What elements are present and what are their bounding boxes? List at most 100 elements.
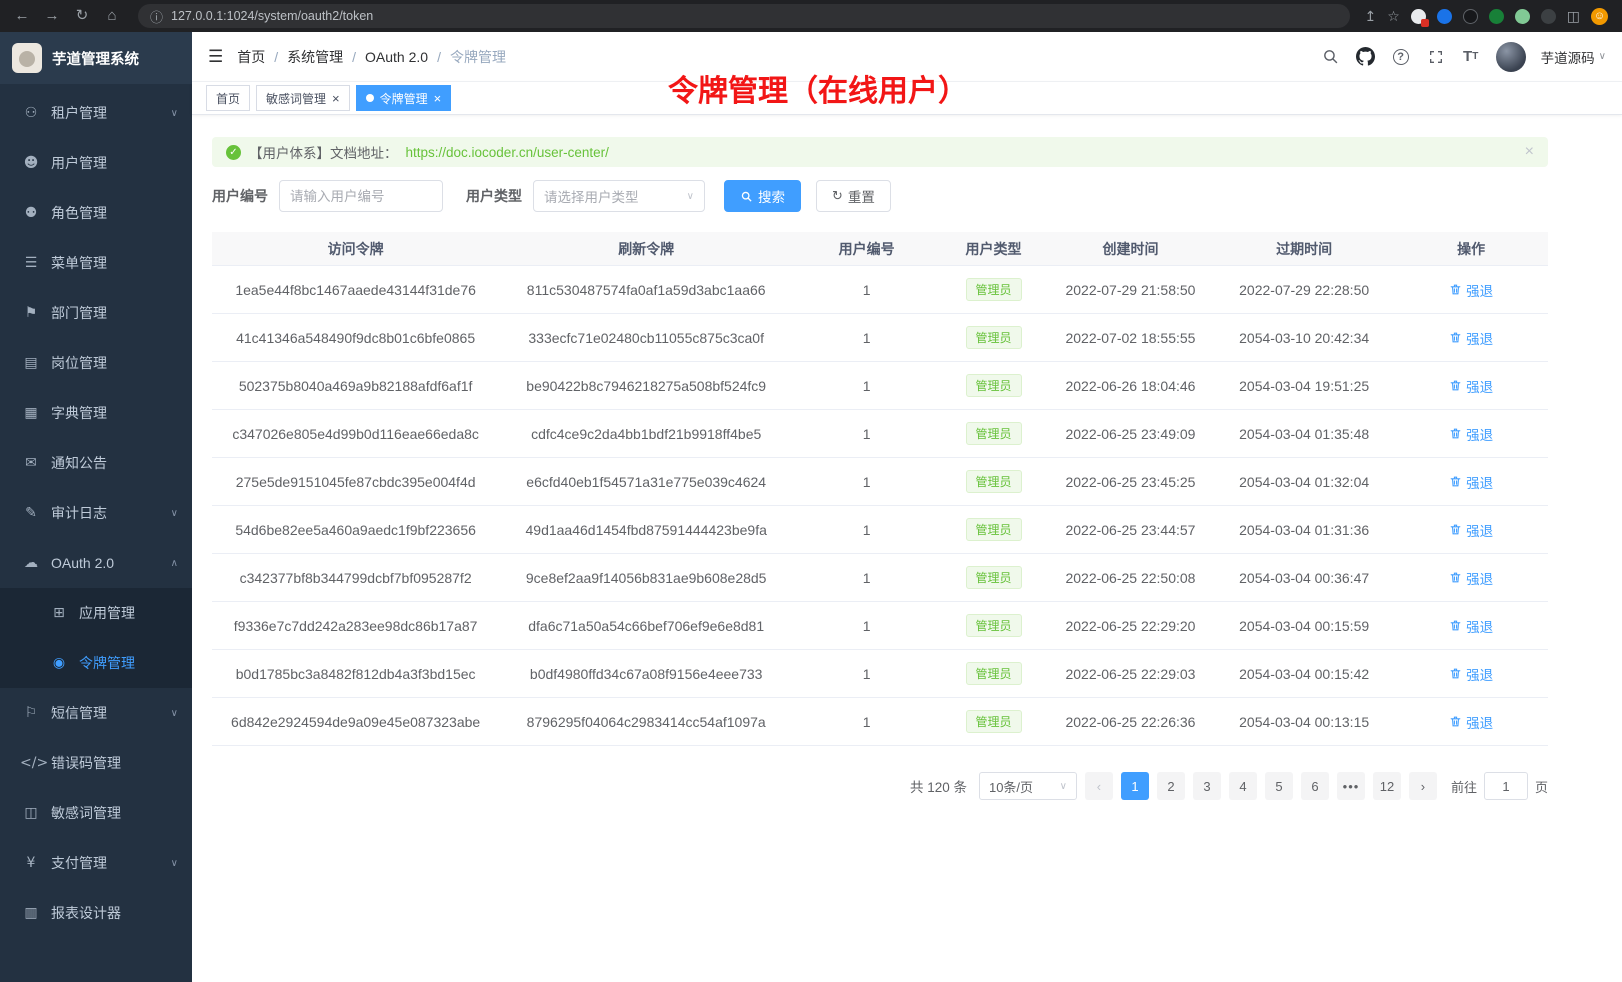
page-size-select[interactable]: 10条/页 ∨ <box>979 772 1077 800</box>
goto-label: 前往 <box>1451 777 1477 796</box>
browser-chrome: ← → ↻ ⌂ ⓘ 127.0.0.1:1024/system/oauth2/t… <box>0 0 1622 32</box>
user-menu[interactable]: 芋道源码 ∨ <box>1541 47 1606 67</box>
prev-page-button[interactable]: ‹ <box>1085 772 1113 800</box>
user-id-input[interactable] <box>279 180 443 212</box>
goto-page-input[interactable] <box>1484 772 1528 800</box>
tag-tab[interactable]: 令牌管理× <box>356 85 452 111</box>
tab-close-icon[interactable]: × <box>332 92 340 105</box>
tab-close-icon[interactable]: × <box>434 92 442 105</box>
address-bar[interactable]: ⓘ 127.0.0.1:1024/system/oauth2/token <box>138 4 1350 28</box>
home-icon[interactable]: ⌂ <box>100 4 124 28</box>
sidebar-item-error-code[interactable]: </>错误码管理 <box>0 738 192 788</box>
sidebar-item-user[interactable]: ☻用户管理 <box>0 138 192 188</box>
refresh-token-cell: b0df4980ffd34c67a08f9156e4eee733 <box>499 666 793 682</box>
sidepanel-icon[interactable]: ◫ <box>1567 8 1580 25</box>
chevron-down-icon: ∨ <box>1599 51 1606 62</box>
sidebar-item-report[interactable]: ▥报表设计器 <box>0 888 192 938</box>
app: 芋道管理系统 ⚇租户管理∨☻用户管理⚉角色管理☰菜单管理⚑部门管理▤岗位管理▦字… <box>0 32 1622 982</box>
trash-icon <box>1449 619 1462 632</box>
force-logout-button[interactable]: 强退 <box>1449 280 1493 300</box>
sidebar-item-sms[interactable]: ⚐短信管理∨ <box>0 688 192 738</box>
back-icon[interactable]: ← <box>10 4 34 28</box>
tag-tab[interactable]: 敏感词管理× <box>256 85 350 111</box>
sidebar-item-oauth2[interactable]: ☁OAuth 2.0∧ <box>0 538 192 588</box>
force-logout-button[interactable]: 强退 <box>1449 664 1493 684</box>
action-cell: 强退 <box>1394 712 1548 732</box>
page-button-2[interactable]: 2 <box>1157 772 1185 800</box>
site-info-icon[interactable]: ⓘ <box>150 7 163 26</box>
user-type-cell: 管理员 <box>940 326 1047 349</box>
force-logout-button[interactable]: 强退 <box>1449 616 1493 636</box>
sidebar-item-dict[interactable]: ▦字典管理 <box>0 388 192 438</box>
user-type-select[interactable]: 请选择用户类型 ∨ <box>533 180 705 212</box>
github-icon[interactable] <box>1356 47 1376 67</box>
sidebar-item-label: 应用管理 <box>79 603 178 623</box>
sidebar-item-label: 令牌管理 <box>79 653 178 673</box>
refresh-token-cell: 9ce8ef2aa9f14056b831ae9b608e28d5 <box>499 570 793 586</box>
more-pages-button[interactable]: ••• <box>1337 772 1365 800</box>
reset-button[interactable]: ↻ 重置 <box>816 180 891 212</box>
extension-icon[interactable] <box>1489 9 1504 24</box>
extension-icon[interactable] <box>1463 9 1478 24</box>
access-token-cell: 41c41346a548490f9dc8b01c6bfe0865 <box>212 330 499 346</box>
sidebar-item-dept[interactable]: ⚑部门管理 <box>0 288 192 338</box>
force-logout-button[interactable]: 强退 <box>1449 424 1493 444</box>
search-icon[interactable] <box>1321 47 1341 67</box>
force-logout-button[interactable]: 强退 <box>1449 328 1493 348</box>
bookmark-star-icon[interactable]: ☆ <box>1387 8 1400 25</box>
forward-icon[interactable]: → <box>40 4 64 28</box>
table-row: c342377bf8b344799dcbf7bf095287f29ce8ef2a… <box>212 554 1548 602</box>
force-logout-button[interactable]: 强退 <box>1449 712 1493 732</box>
breadcrumb-item[interactable]: 首页 <box>237 47 265 67</box>
sidebar-item-label: 岗位管理 <box>51 353 178 373</box>
reload-icon[interactable]: ↻ <box>70 4 94 28</box>
help-icon[interactable]: ? <box>1391 47 1411 67</box>
chevron-down-icon: ∨ <box>1060 781 1067 792</box>
action-cell: 强退 <box>1394 424 1548 444</box>
search-icon <box>740 190 753 203</box>
page-button-1[interactable]: 1 <box>1121 772 1149 800</box>
share-icon[interactable]: ↥ <box>1364 8 1376 25</box>
browser-profile-avatar[interactable]: ☺ <box>1591 8 1608 25</box>
collapse-sidebar-icon[interactable]: ☰ <box>208 47 223 67</box>
sidebar-item-oauth2-token[interactable]: ◉令牌管理 <box>0 638 192 688</box>
sidebar-item-audit-log[interactable]: ✎审计日志∨ <box>0 488 192 538</box>
force-logout-button[interactable]: 强退 <box>1449 472 1493 492</box>
force-logout-button[interactable]: 强退 <box>1449 376 1493 396</box>
sidebar-item-notice[interactable]: ✉通知公告 <box>0 438 192 488</box>
doc-link[interactable]: https://doc.iocoder.cn/user-center/ <box>406 145 609 160</box>
page-button-4[interactable]: 4 <box>1229 772 1257 800</box>
column-header: 用户编号 <box>793 239 940 259</box>
page-button-6[interactable]: 6 <box>1301 772 1329 800</box>
search-button[interactable]: 搜索 <box>724 180 801 212</box>
refresh-token-cell: 8796295f04064c2983414cc54af1097a <box>499 714 793 730</box>
tag-tab[interactable]: 首页 <box>206 85 250 111</box>
sidebar-item-oauth2-app[interactable]: ⊞应用管理 <box>0 588 192 638</box>
breadcrumb-item[interactable]: OAuth 2.0 <box>365 49 428 65</box>
fullscreen-icon[interactable] <box>1426 47 1446 67</box>
sidebar-item-tenant[interactable]: ⚇租户管理∨ <box>0 88 192 138</box>
force-logout-button[interactable]: 强退 <box>1449 568 1493 588</box>
breadcrumb: 首页/系统管理/OAuth 2.0/令牌管理 <box>237 47 506 67</box>
alert-close-icon[interactable]: × <box>1525 143 1534 161</box>
font-size-icon[interactable]: TT <box>1461 47 1481 67</box>
extension-icon[interactable] <box>1437 9 1452 24</box>
sidebar-item-post[interactable]: ▤岗位管理 <box>0 338 192 388</box>
force-logout-button[interactable]: 强退 <box>1449 520 1493 540</box>
page-button-12[interactable]: 12 <box>1373 772 1401 800</box>
sensitive-icon: ◫ <box>20 805 42 821</box>
sidebar-item-pay[interactable]: ¥支付管理∨ <box>0 838 192 888</box>
extension-icon[interactable] <box>1411 9 1426 24</box>
extension-icon[interactable] <box>1515 9 1530 24</box>
user-avatar[interactable] <box>1496 42 1526 72</box>
app-logo[interactable]: 芋道管理系统 <box>0 32 192 84</box>
table-row: 502375b8040a469a9b82188afdf6af1fbe90422b… <box>212 362 1548 410</box>
extension-icon[interactable] <box>1541 9 1556 24</box>
page-button-3[interactable]: 3 <box>1193 772 1221 800</box>
page-button-5[interactable]: 5 <box>1265 772 1293 800</box>
next-page-button[interactable]: › <box>1409 772 1437 800</box>
sidebar-item-sensitive-word[interactable]: ◫敏感词管理 <box>0 788 192 838</box>
sidebar-item-menu[interactable]: ☰菜单管理 <box>0 238 192 288</box>
sidebar-item-role[interactable]: ⚉角色管理 <box>0 188 192 238</box>
breadcrumb-item[interactable]: 系统管理 <box>287 47 343 67</box>
